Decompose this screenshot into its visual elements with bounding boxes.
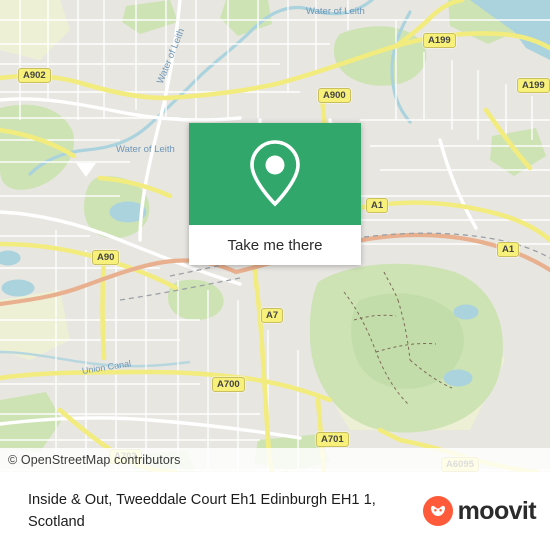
map-attribution[interactable]: © OpenStreetMap contributors (0, 448, 550, 472)
road-shield: A7 (261, 308, 284, 323)
popup-tail (76, 163, 96, 177)
place-address: Inside & Out, Tweeddale Court Eh1 Edinbu… (28, 492, 376, 530)
road-shield: A90 (92, 250, 120, 265)
take-me-there-button[interactable]: Take me there (189, 225, 361, 265)
map-screenshot: A902 A199 A199 A900 A1 A1 A90 A7 A700 A7… (0, 0, 550, 550)
map-pin-icon (250, 140, 300, 207)
road-shield: A902 (18, 68, 51, 83)
moovit-glyph-icon (430, 505, 445, 516)
road-shield: A199 (517, 78, 550, 93)
road-shield: A700 (212, 377, 245, 392)
road-shield: A1 (497, 242, 520, 257)
water-label: Water of Leith (306, 6, 365, 17)
take-me-there-label: Take me there (227, 236, 323, 254)
road-shield: A1 (366, 198, 389, 213)
footer-bar: Inside & Out, Tweeddale Court Eh1 Edinbu… (0, 472, 550, 550)
map-canvas[interactable]: A902 A199 A199 A900 A1 A1 A90 A7 A700 A7… (0, 0, 550, 472)
road-shield: A900 (318, 88, 351, 103)
water-label: Water of Leith (116, 144, 175, 155)
road-shield: A701 (316, 432, 349, 447)
location-popup[interactable]: Take me there (189, 123, 361, 265)
road-shield: A199 (423, 33, 456, 48)
moovit-wordmark: moovit (457, 496, 537, 525)
attribution-text: © OpenStreetMap contributors (8, 453, 181, 467)
popup-pin-area (189, 123, 361, 225)
moovit-logo-icon (422, 496, 453, 526)
moovit-brand[interactable]: moovit (422, 496, 537, 526)
